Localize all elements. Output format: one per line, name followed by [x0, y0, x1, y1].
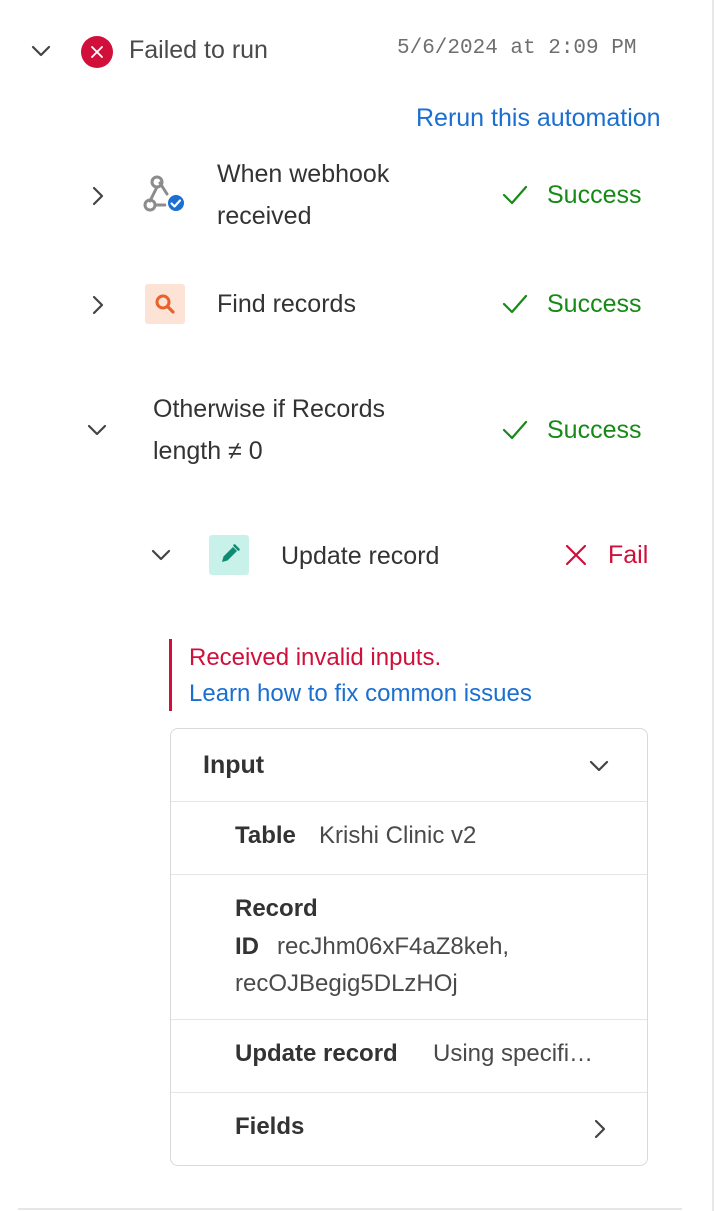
field-value: recJhm06xF4aZ8keh,: [277, 933, 510, 960]
input-panel-header: Input: [203, 751, 265, 779]
step-title: Update record: [281, 542, 440, 570]
error-indicator-bar: [169, 639, 172, 711]
step-status-success: Success: [547, 290, 642, 318]
collapse-step-chevron-icon[interactable]: [149, 543, 173, 567]
chevron-right-icon[interactable]: [587, 1117, 611, 1141]
step-title-line: When webhook: [217, 160, 390, 188]
field-value: Using specifi…: [433, 1040, 594, 1067]
expand-step-chevron-icon[interactable]: [85, 184, 109, 208]
success-check-icon: [502, 184, 528, 206]
condition-title: Otherwise if Records length ≠ 0: [153, 388, 385, 472]
collapse-step-chevron-icon[interactable]: [85, 418, 109, 442]
field-label: ID: [235, 933, 259, 960]
error-circle-icon: [81, 36, 113, 68]
step-title: Find records: [217, 290, 356, 318]
step-status-success: Success: [547, 181, 642, 209]
input-row-update-record: Update record Using specifi…: [171, 1019, 647, 1092]
run-timestamp: 5/6/2024 at 2:09 PM: [397, 37, 637, 60]
field-label: Update record: [235, 1040, 398, 1067]
success-check-icon: [502, 419, 528, 441]
collapse-input-chevron-icon[interactable]: [587, 754, 611, 778]
collapse-run-chevron-icon[interactable]: [29, 39, 53, 63]
run-status-label: Failed to run: [129, 36, 268, 64]
bottom-divider: [18, 1208, 682, 1210]
pencil-icon: [209, 535, 249, 575]
expand-step-chevron-icon[interactable]: [85, 293, 109, 317]
fix-issues-link[interactable]: Learn how to fix common issues: [189, 680, 532, 708]
field-label: Table: [235, 822, 296, 849]
rerun-automation-link[interactable]: Rerun this automation: [416, 104, 661, 133]
input-row-fields[interactable]: Fields: [171, 1092, 647, 1165]
field-label: Fields: [235, 1113, 305, 1140]
step-title: When webhook received: [217, 153, 389, 237]
webhook-icon: [143, 174, 187, 218]
search-icon: [145, 284, 185, 324]
input-row-table: Table Krishi Clinic v2: [171, 801, 647, 874]
input-row-record-id: Record ID recJhm06xF4aZ8keh, recOJBegig5…: [171, 874, 647, 1019]
success-check-icon: [502, 293, 528, 315]
right-border: [712, 0, 714, 1211]
field-label: Record: [235, 895, 318, 922]
step-status-success: Success: [547, 416, 642, 444]
field-value: recOJBegig5DLzHOj: [235, 970, 458, 997]
input-panel: Input Table Krishi Clinic v2 Record ID r…: [170, 728, 648, 1166]
step-title-line: received: [217, 202, 312, 230]
field-value: Krishi Clinic v2: [319, 822, 477, 849]
condition-title-line: Otherwise if Records: [153, 395, 386, 423]
condition-title-line: length ≠ 0: [153, 437, 263, 465]
step-status-fail: Fail: [608, 541, 649, 569]
fail-x-icon: [565, 544, 587, 566]
error-message: Received invalid inputs.: [189, 644, 442, 671]
